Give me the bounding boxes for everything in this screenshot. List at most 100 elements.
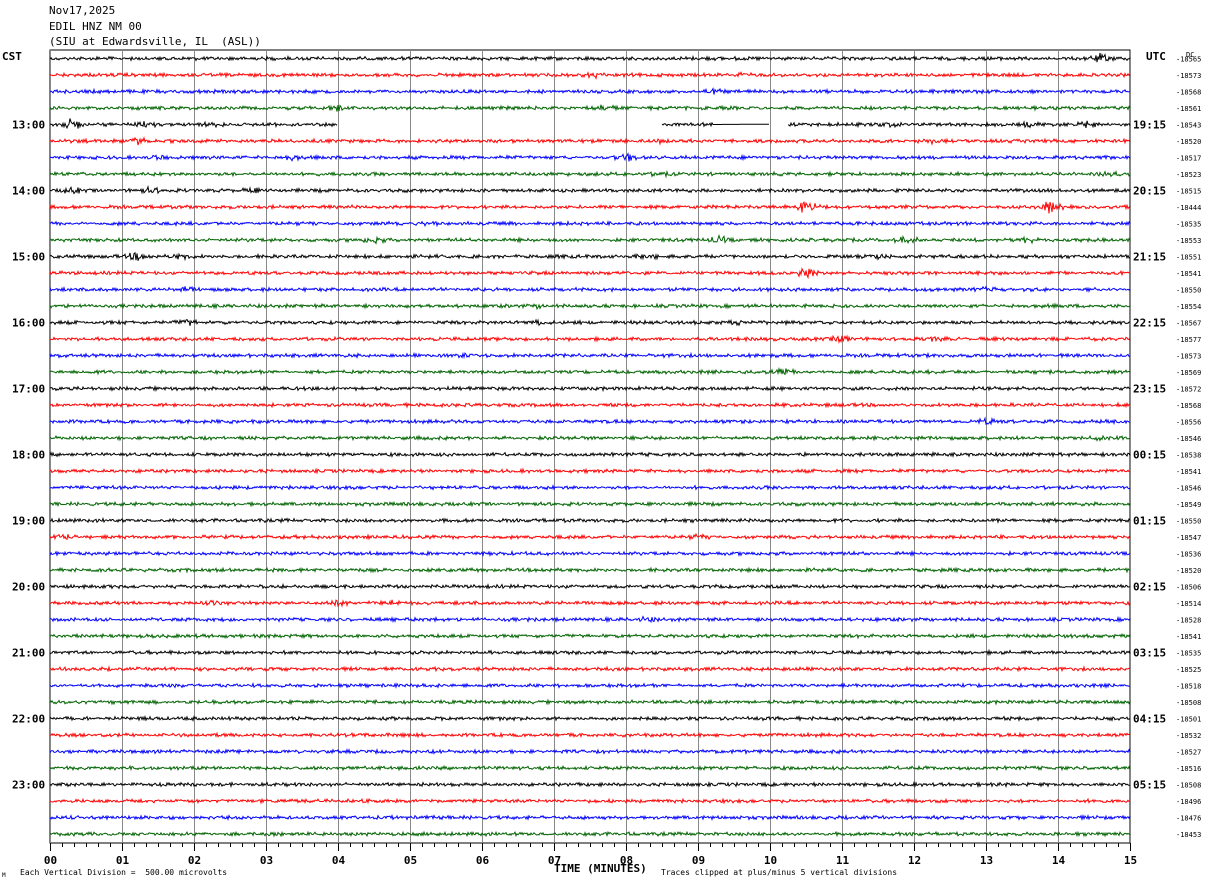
trace-offset-label: -18508 [1176,782,1201,790]
seismic-trace [49,814,1131,822]
seismic-trace [49,665,1131,673]
x-tick-label: 12 [908,854,921,867]
seismic-trace [49,648,1131,657]
trace-offset-label: -18520 [1176,138,1201,146]
seismic-trace [49,484,1131,491]
trace-offset-label: -18515 [1176,188,1201,196]
seismic-trace [49,450,1131,458]
seismic-trace [49,152,1131,162]
hour-label-utc: 00:15 [1133,449,1166,462]
trace-offset-label: -18535 [1176,650,1201,658]
trace-offset-label: -18506 [1176,584,1201,592]
trace-offset-label: -18538 [1176,452,1201,460]
trace-offset-label: -18514 [1176,600,1201,608]
seismic-trace [49,582,1131,591]
trace-offset-label: -18572 [1176,386,1201,394]
x-tick-label: 11 [836,854,850,867]
seismic-trace [49,467,1131,475]
seismic-trace [49,234,1131,245]
hour-label-cst: 21:00 [12,647,45,660]
seismic-trace [49,52,1131,63]
trace-offset-label: -18535 [1176,221,1201,229]
seismic-trace [49,698,1131,706]
trace-offset-label: -18551 [1176,254,1201,262]
trace-offset-label: -18561 [1176,105,1201,113]
trace-offset-label: -18532 [1176,732,1201,740]
seismic-trace [49,87,1131,96]
seismic-trace [49,681,1130,689]
hour-label-cst: 13:00 [12,119,45,132]
trace-offset-label: -18541 [1176,468,1201,476]
trace-offset-label: -18543 [1176,122,1201,130]
seismic-trace [49,366,1131,376]
hour-label-cst: 18:00 [12,449,45,462]
hour-label-utc: 01:15 [1133,515,1166,528]
seismic-trace [49,285,1131,294]
hour-label-cst: 22:00 [12,713,45,726]
x-tick-label: 10 [764,854,777,867]
seismic-trace [49,632,1131,640]
trace-offset-label: -18496 [1176,798,1201,806]
hour-label-utc: 04:15 [1133,713,1166,726]
trace-offset-label: -18554 [1176,303,1201,311]
seismic-trace [49,251,1131,262]
hour-label-cst: 20:00 [12,581,45,594]
trace-offset-label: -18546 [1176,485,1201,493]
trace-offset-label: -18520 [1176,567,1201,575]
trace-offset-label: -18501 [1176,716,1201,724]
trace-offset-label: -18444 [1176,204,1201,212]
seismic-trace [49,566,1131,574]
seismic-trace [49,532,1131,542]
seismic-trace [49,549,1131,557]
hour-label-utc: 03:15 [1133,647,1166,660]
trace-offset-label: -18527 [1176,749,1201,757]
seismic-trace [49,267,1131,280]
trace-offset-label: -18476 [1176,815,1201,823]
seismic-trace [49,318,1131,327]
trace-offset-label: -18547 [1176,534,1201,542]
seismic-trace [49,384,1131,393]
trace-offset-label: -18523 [1176,171,1201,179]
scale-note: Each Vertical Division = 500.00 microvol… [20,868,228,877]
trace-offset-label: -18518 [1176,683,1201,691]
trace-offset-label: -18568 [1176,89,1201,97]
seismic-trace [49,118,1131,130]
seismic-trace [49,185,1131,195]
hour-label-cst: 17:00 [12,383,45,396]
trace-offset-label: -18546 [1176,435,1201,443]
hour-label-utc: 05:15 [1133,779,1166,792]
seismic-trace [50,70,1131,80]
seismic-trace [49,500,1131,508]
trace-offset-label: -18549 [1176,501,1201,509]
helicorder-plot: 00 01 02 03 04 05 06 07 08 09 10 11 12 13 14 1513:0014:… [12,49,1201,867]
seismic-trace [49,434,1131,442]
hour-label-utc: 02:15 [1133,581,1166,594]
seismic-trace [49,517,1131,525]
seismic-trace [49,136,1131,146]
seismic-trace [49,104,1131,112]
trace-offset-label: -18550 [1176,518,1201,526]
x-tick-label: 02 [188,854,201,867]
x-tick-label: 04 [332,854,346,867]
trace-offset-label: -18528 [1176,617,1201,625]
trace-offset-label: -18541 [1176,270,1201,278]
x-tick-label: 13 [980,854,993,867]
x-tick-label: 01 [116,854,130,867]
trace-offset-label: -18453 [1176,831,1201,839]
hour-label-utc: 19:15 [1133,119,1166,132]
hour-label-cst: 19:00 [12,515,45,528]
seismic-trace [49,416,1131,426]
seismic-traces [49,52,1131,838]
hour-label-utc: 22:15 [1133,317,1166,330]
trace-offset-label: -18536 [1176,551,1201,559]
trace-offset-label: -18541 [1176,633,1201,641]
seismic-trace [49,830,1131,838]
hour-label-cst: 14:00 [12,185,45,198]
trace-offset-label: -18508 [1176,699,1201,707]
x-tick-label: 09 [692,854,705,867]
seismic-trace [49,764,1131,772]
seismic-trace [49,351,1131,360]
trace-offset-label: -18517 [1176,155,1201,163]
seismic-trace [49,401,1131,409]
trace-offset-label: -18516 [1176,765,1201,773]
